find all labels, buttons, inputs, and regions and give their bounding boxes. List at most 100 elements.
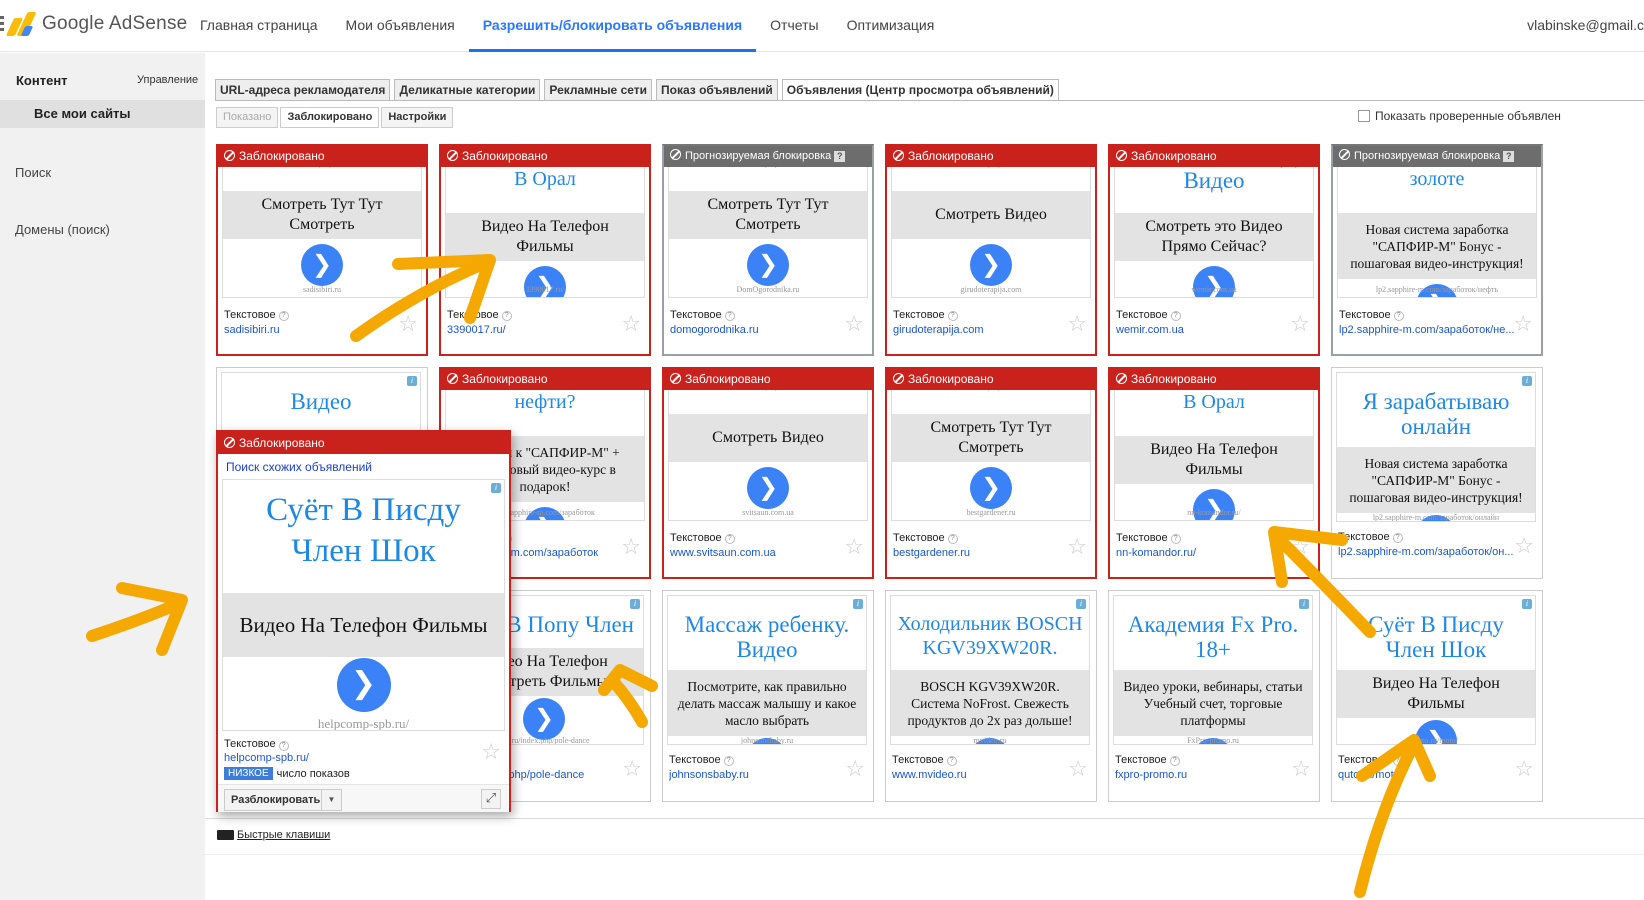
star-icon[interactable]: ☆ (1290, 314, 1310, 336)
ad-go-arrow-icon[interactable]: ❯ (747, 467, 789, 509)
ad-preview[interactable]: ВидеоСмотреть Тут Тут Смотреть❯bestgarde… (891, 371, 1091, 521)
ad-card[interactable]: i Я зарабатываю онлайн Новая система зараб… (1331, 367, 1543, 579)
ad-preview[interactable]: i Массаж ребенку. Видео Посмотрите, как пр… (667, 595, 867, 745)
ad-url[interactable]: girudoterapija.com (893, 324, 1073, 336)
nav-optimization[interactable]: Оптимизация (833, 0, 949, 52)
adchoices-icon[interactable]: i (853, 599, 863, 609)
help-icon[interactable]: ? (1169, 756, 1180, 766)
tab-ad-networks[interactable]: Рекламные сети (544, 79, 653, 101)
ad-url[interactable]: www.mvideo.ru (892, 769, 1072, 781)
help-icon[interactable]: ? (501, 311, 512, 321)
ad-card[interactable]: ЗаблокированоВидеоСмотреть Тут Тут Смотр… (885, 367, 1097, 579)
adchoices-icon[interactable]: i (1522, 376, 1532, 386)
ad-url[interactable]: lp2.sapphire-m.com/заработок/не... (1339, 324, 1519, 336)
ad-go-arrow-icon[interactable]: ❯ (301, 244, 343, 286)
ad-card[interactable]: i Академия Fx Pro. 18+ Видео уроки, вебина… (1108, 590, 1320, 802)
tab-ad-review-center[interactable]: Объявления (Центр просмотра объявлений) (781, 79, 1059, 101)
adchoices-icon[interactable]: i (407, 376, 417, 386)
ad-url[interactable]: domogorodnika.ru (670, 324, 850, 336)
ad-card[interactable]: i Суёт В Писду Член Шок Видео На Телефон Ф… (1331, 590, 1543, 802)
star-icon[interactable]: ☆ (1514, 759, 1534, 781)
nav-my-ads[interactable]: Мои объявления (332, 0, 469, 52)
ad-url[interactable]: johnsonsbaby.ru (669, 769, 849, 781)
help-icon[interactable]: ? (723, 756, 734, 766)
star-icon[interactable]: ☆ (844, 537, 864, 559)
ad-go-arrow-icon[interactable]: ❯ (970, 467, 1012, 509)
help-icon[interactable]: ? (1392, 756, 1403, 766)
ad-preview-large[interactable]: i Суёт В Писду Член Шок Видео На Телефон… (222, 479, 505, 731)
adchoices-icon[interactable]: i (1076, 599, 1086, 609)
ad-card[interactable]: i Массаж ребенку. Видео Посмотрите, как пр… (662, 590, 874, 802)
star-icon[interactable]: ☆ (1514, 536, 1534, 558)
sidebar-item-domains[interactable]: Домены (поиск) (15, 222, 110, 237)
adsense-logo[interactable]: Google AdSense (5, 12, 187, 36)
help-icon[interactable]: ? (278, 741, 289, 751)
star-icon[interactable]: ☆ (1068, 759, 1088, 781)
star-icon[interactable]: ☆ (1067, 314, 1087, 336)
ad-url[interactable]: helpcomp-spb.ru/ (224, 752, 309, 764)
ad-url[interactable]: wemir.com.ua (1116, 324, 1296, 336)
ad-go-arrow-icon[interactable]: ❯ (523, 698, 565, 740)
help-icon[interactable]: ? (834, 151, 846, 162)
sidebar-manage-link[interactable]: Управление (137, 74, 198, 86)
help-icon[interactable]: ? (278, 311, 289, 321)
help-icon[interactable]: ? (947, 534, 958, 544)
star-icon[interactable]: ☆ (621, 537, 641, 559)
star-icon[interactable]: ☆ (481, 740, 501, 765)
nav-reports[interactable]: Отчеты (756, 0, 832, 52)
nav-allow-block-ads[interactable]: Разрешить/блокировать объявления (468, 0, 757, 52)
show-checked-checkbox[interactable] (1358, 110, 1370, 122)
ad-preview[interactable]: ВидеоСмотреть Видео❯girudoterapija.com (891, 148, 1091, 298)
ad-go-arrow-icon[interactable]: ❯ (970, 244, 1012, 286)
ad-preview[interactable]: Деньги на черном золотеНовая система зар… (1337, 148, 1537, 298)
ad-preview[interactable]: ВидеоСмотреть Видео❯svitsaun.com.ua (668, 371, 868, 521)
ad-card[interactable]: Прогнозируемая блокировка?Деньги на черн… (1331, 144, 1543, 356)
adchoices-icon[interactable]: i (630, 599, 640, 609)
tab-advertiser-urls[interactable]: URL-адреса рекламодателя (215, 79, 391, 101)
show-checked-toggle[interactable]: Показать проверенные объявлен (1358, 109, 1561, 123)
ad-detail-popup[interactable]: Заблокировано Поиск схожих объявлений i … (216, 430, 511, 812)
ad-url[interactable]: bestgardener.ru (893, 547, 1073, 559)
ad-card[interactable]: i Холодильник BOSCH KGV39XW20R. BOSCH KGV3… (885, 590, 1097, 802)
help-icon[interactable]: ? (1393, 311, 1404, 321)
nav-home[interactable]: Главная страница (186, 0, 332, 52)
help-icon[interactable]: ? (1170, 534, 1181, 544)
help-icon[interactable]: ? (724, 311, 735, 321)
ad-card[interactable]: ЗаблокированоВидеоСмотреть Видео❯svitsau… (662, 367, 874, 579)
menu-icon[interactable] (0, 16, 4, 34)
ad-preview[interactable]: Втыкает Член Дочке В ОралВидео На Телефо… (1114, 371, 1314, 521)
ad-card[interactable]: ЗаблокированоВидеоСмотреть Видео❯girudot… (885, 144, 1097, 356)
sidebar-item-all-sites[interactable]: Все мои сайты (0, 100, 205, 128)
ad-card[interactable]: ЗаблокированоВтыкает Член Дочке В ОралВи… (1108, 367, 1320, 579)
ad-preview[interactable]: ВидеоСмотреть Тут Тут Смотреть❯DomOgorod… (668, 148, 868, 298)
subtab-shown[interactable]: Показано (216, 107, 279, 128)
adchoices-icon[interactable]: i (1522, 599, 1532, 609)
ad-preview[interactable]: Вам Отметили (1) ВидеоСмотреть это Видео… (1114, 148, 1314, 298)
expand-icon[interactable]: ⤢ (481, 789, 501, 809)
help-icon[interactable]: ? (946, 756, 957, 766)
ad-url[interactable]: fxpro-promo.ru (1115, 769, 1295, 781)
ad-preview[interactable]: i Я зарабатываю онлайн Новая система зараб… (1336, 372, 1536, 522)
star-icon[interactable]: ☆ (621, 314, 641, 336)
help-icon[interactable]: ? (724, 534, 735, 544)
adchoices-icon[interactable]: i (1299, 599, 1309, 609)
star-icon[interactable]: ☆ (845, 759, 865, 781)
help-icon[interactable]: ? (947, 311, 958, 321)
star-icon[interactable]: ☆ (1513, 314, 1533, 336)
ad-url[interactable]: 3390017.ru/ (447, 324, 627, 336)
tab-sensitive-categories[interactable]: Деликатные категории (394, 79, 541, 101)
help-icon[interactable]: ? (1170, 311, 1181, 321)
star-icon[interactable]: ☆ (1291, 759, 1311, 781)
ad-preview[interactable]: i Суёт В Писду Член Шок Видео На Телефон Ф… (1336, 595, 1536, 745)
star-icon[interactable]: ☆ (622, 759, 642, 781)
subtab-blocked[interactable]: Заблокировано (280, 107, 380, 128)
ad-card[interactable]: ЗаблокированоВам Отметили (1) ВидеоСмотр… (1108, 144, 1320, 356)
help-icon[interactable]: ? (1392, 533, 1403, 543)
chevron-down-icon[interactable]: ▼ (321, 790, 341, 810)
star-icon[interactable]: ☆ (398, 314, 418, 336)
ad-url[interactable]: sadisibiri.ru (224, 324, 404, 336)
ad-card[interactable]: ЗаблокированоВидеоСмотреть Тут Тут Смотр… (216, 144, 428, 356)
ad-go-arrow-icon[interactable]: ❯ (747, 244, 789, 286)
unblock-button[interactable]: Разблокировать ▼ (224, 789, 342, 811)
star-icon[interactable]: ☆ (1290, 537, 1310, 559)
